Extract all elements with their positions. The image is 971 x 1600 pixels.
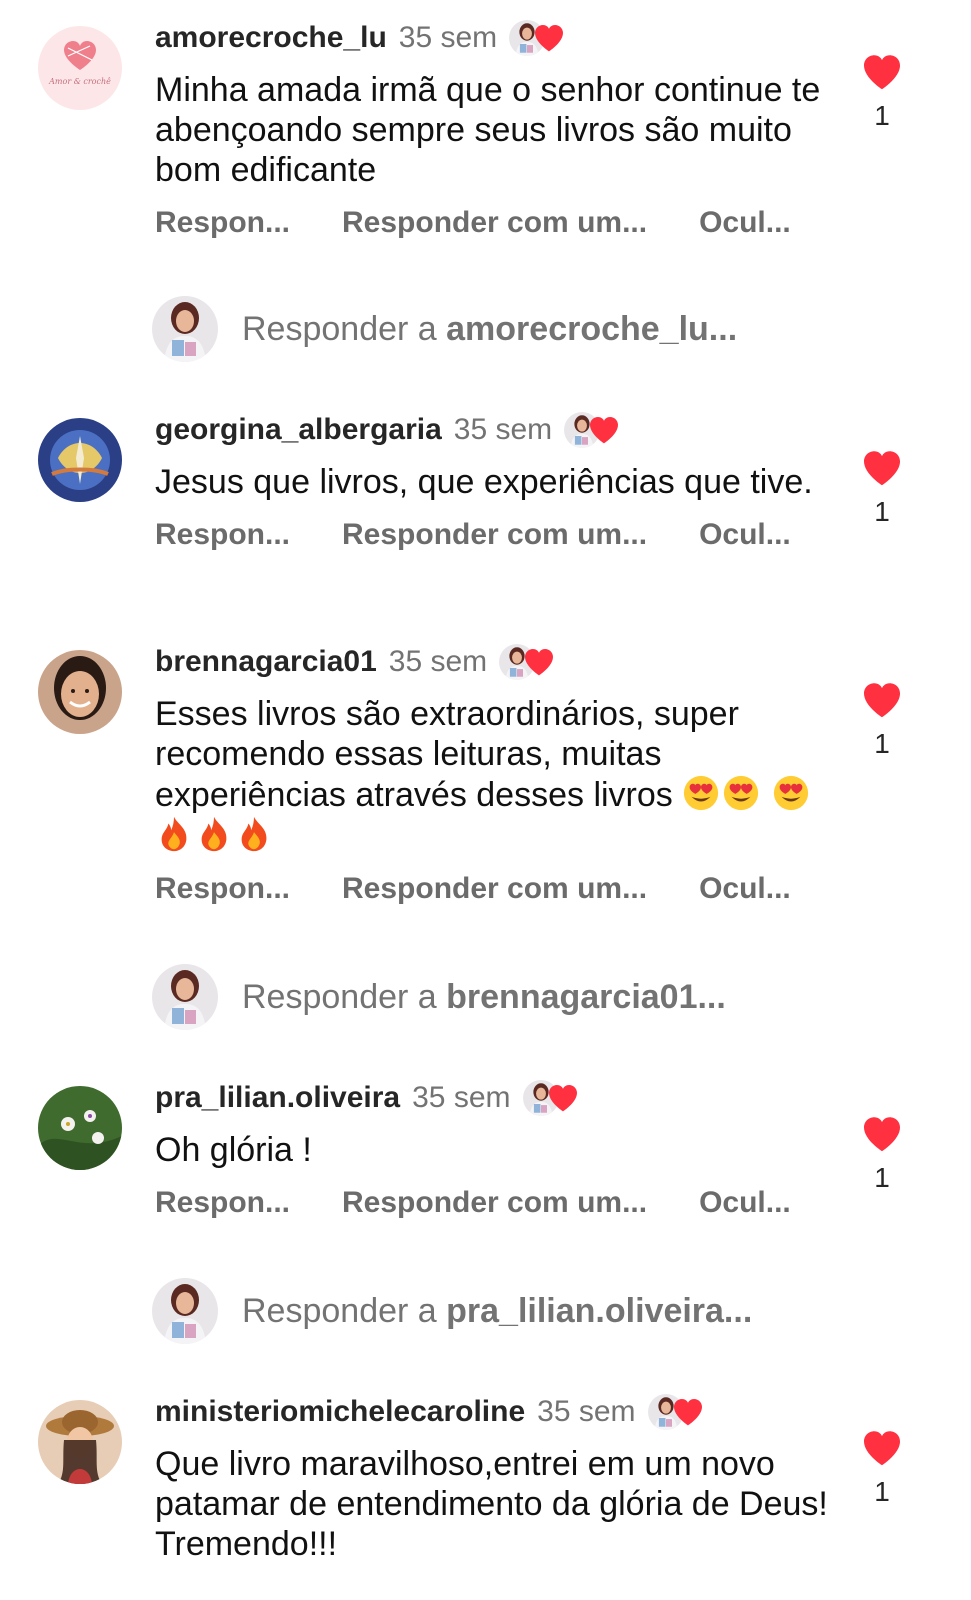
creator-liked-badge: [509, 18, 573, 58]
comment-text: Oh glória !: [155, 1131, 312, 1169]
reply-prompt[interactable]: Responder a amorecroche_lu...: [152, 296, 892, 362]
creator-liked-heart-icon: [588, 416, 620, 444]
reply-prompt-user: amorecroche_lu...: [446, 309, 738, 348]
comment-time: 35 sem: [398, 21, 498, 54]
reply-button[interactable]: Respon...: [155, 518, 290, 552]
avatar[interactable]: [38, 1086, 122, 1170]
creator-liked-badge: [564, 410, 628, 450]
reply-with-reaction-button[interactable]: Responder com um...: [342, 518, 647, 552]
hide-button[interactable]: Ocul...: [699, 872, 791, 906]
comment-time: 35 sem: [537, 1395, 636, 1428]
fire-emoji: [155, 815, 193, 853]
comment-time: 35 sem: [388, 645, 488, 678]
heart-eyes-emoji: [682, 774, 720, 812]
comment-text: Esses livros são extraordinários, super …: [155, 694, 841, 856]
reply-prompt-prefix: Responder a: [242, 977, 447, 1016]
comment-username[interactable]: amorecroche_lu: [155, 21, 387, 55]
creator-liked-badge: [499, 642, 563, 682]
comment-username[interactable]: georgina_albergaria: [155, 413, 442, 447]
comment-text: Jesus que livros, que experiências que t…: [155, 463, 813, 501]
hide-button[interactable]: Ocul...: [699, 206, 791, 240]
heart-eyes-emoji: [722, 774, 760, 812]
creator-liked-heart-icon: [533, 24, 565, 52]
reply-prompt[interactable]: Responder a pra_lilian.oliveira...: [152, 1278, 892, 1344]
reply-button[interactable]: Respon...: [155, 206, 290, 240]
like-count: 1: [874, 496, 890, 527]
hide-button[interactable]: Ocul...: [699, 518, 791, 552]
painting-avatar: [38, 418, 122, 502]
comment-username[interactable]: pra_lilian.oliveira: [155, 1081, 400, 1115]
like-count: 1: [874, 1476, 890, 1507]
reply-button[interactable]: Respon...: [155, 872, 290, 906]
like-count: 1: [874, 1162, 890, 1193]
like-count: 1: [874, 100, 890, 131]
creator-liked-badge: [523, 1078, 587, 1118]
like-count: 1: [874, 728, 890, 759]
user-photo-avatar: [38, 1400, 122, 1484]
hide-button[interactable]: Ocul...: [699, 1186, 791, 1220]
avatar[interactable]: [38, 418, 122, 502]
reply-button[interactable]: Respon...: [155, 1186, 290, 1220]
heart-icon[interactable]: [862, 1116, 902, 1152]
reply-with-reaction-button[interactable]: Responder com um...: [342, 206, 647, 240]
comment-text-body: Esses livros são extraordinários, super …: [155, 695, 739, 814]
heart-icon[interactable]: [862, 450, 902, 486]
avatar-logo-text: Amor & crochê: [48, 77, 111, 86]
comment-time: 35 sem: [412, 1081, 511, 1114]
comment-time: 35 sem: [453, 413, 553, 446]
reply-prompt-user: brennagarcia01...: [446, 977, 726, 1016]
reply-prompt-user: pra_lilian.oliveira...: [446, 1291, 753, 1330]
user-photo-avatar: [38, 650, 122, 734]
heart-icon[interactable]: [862, 682, 902, 718]
comment-text: Minha amada irmã que o senhor continue t…: [155, 71, 821, 189]
avatar: [152, 296, 218, 362]
avatar[interactable]: [38, 1400, 122, 1484]
avatar: [152, 964, 218, 1030]
avatar[interactable]: [38, 650, 122, 734]
creator-liked-heart-icon: [547, 1084, 579, 1112]
crochet-logo-avatar: Amor & crochê: [38, 26, 122, 110]
comment-text: Que livro maravilhoso,entrei em um novo …: [155, 1445, 828, 1563]
creator-liked-heart-icon: [523, 648, 555, 676]
comments-feed: Amor & crochê amorecroche_lu 35 sem Minh…: [0, 0, 971, 1600]
heart-icon[interactable]: [862, 1430, 902, 1466]
heart-icon[interactable]: [862, 54, 902, 90]
avatar[interactable]: Amor & crochê: [38, 26, 122, 110]
creator-liked-heart-icon: [672, 1398, 704, 1426]
fire-emoji: [195, 815, 233, 853]
creator-liked-badge: [648, 1392, 712, 1432]
reply-with-reaction-button[interactable]: Responder com um...: [342, 1186, 647, 1220]
avatar: [152, 1278, 218, 1344]
heart-eyes-emoji: [772, 774, 810, 812]
reply-with-reaction-button[interactable]: Responder com um...: [342, 872, 647, 906]
flowers-photo-avatar: [38, 1086, 122, 1170]
reply-prompt[interactable]: Responder a brennagarcia01...: [152, 964, 892, 1030]
reply-prompt-prefix: Responder a: [242, 309, 447, 348]
comment-username[interactable]: brennagarcia01: [155, 645, 377, 679]
fire-emoji: [235, 815, 273, 853]
reply-prompt-prefix: Responder a: [242, 1291, 447, 1330]
comment-username[interactable]: ministeriomichelecaroline: [155, 1395, 525, 1429]
